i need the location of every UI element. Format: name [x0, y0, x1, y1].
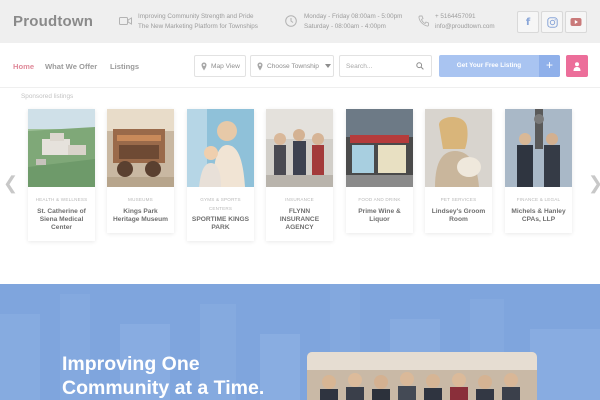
- listing-card[interactable]: PET SERVICES Lindsey's Groom Room: [425, 109, 492, 233]
- listing-card[interactable]: FOOD AND DRINK Prime Wine & Liquor: [346, 109, 413, 233]
- search-icon[interactable]: [416, 62, 424, 70]
- hero-section: Improving One Community at a Time.: [0, 284, 600, 400]
- search-input[interactable]: Search...: [346, 63, 412, 70]
- user-icon: [573, 61, 581, 71]
- township-label: Choose Township: [267, 62, 319, 70]
- search-box[interactable]: Search...: [339, 55, 432, 77]
- listing-photo: [107, 109, 174, 187]
- listing-card[interactable]: MUSEUMS Kings Park Heritage Museum: [107, 109, 174, 233]
- listing-name[interactable]: St. Catherine of Siena Medical Center: [28, 208, 95, 242]
- email-address[interactable]: info@proudtown.com: [435, 22, 495, 32]
- sponsored-label: Sponsored listings: [21, 93, 74, 100]
- listing-photo: [266, 109, 333, 187]
- map-view-label: Map View: [211, 62, 240, 70]
- free-listing-button[interactable]: Get Your Free Listing +: [439, 55, 560, 77]
- caret-down-icon: [324, 64, 331, 68]
- listing-category: PET SERVICES: [440, 197, 477, 202]
- phone-icon: [418, 15, 429, 27]
- listing-name[interactable]: Kings Park Heritage Museum: [107, 208, 174, 233]
- instagram-button[interactable]: [541, 11, 563, 33]
- instagram-icon: [546, 16, 558, 28]
- map-view-button[interactable]: Map View: [194, 55, 246, 77]
- listing-name[interactable]: Lindsey's Groom Room: [425, 208, 492, 233]
- map-pin-icon: [201, 62, 207, 70]
- hero-title: Improving One Community at a Time.: [62, 353, 265, 399]
- community-group-photo: [307, 352, 537, 400]
- listing-photo: [28, 109, 95, 187]
- listing-photo: [346, 109, 413, 187]
- business-hours: Monday - Friday 08:00am - 5:00pm Saturda…: [304, 12, 402, 32]
- listing-name[interactable]: Prime Wine & Liquor: [346, 208, 413, 233]
- top-bar: Proudtown Improving Community Strength a…: [0, 0, 600, 43]
- free-listing-label: Get Your Free Listing: [456, 62, 522, 69]
- clock-icon: [285, 15, 297, 27]
- tagline: Improving Community Strength and Pride T…: [138, 12, 258, 32]
- listing-category: INSURANCE: [285, 197, 314, 202]
- township-select[interactable]: Choose Township: [250, 55, 334, 77]
- listing-card[interactable]: INSURANCE FLYNN INSURANCE AGENCY: [266, 109, 333, 242]
- phone-number[interactable]: + 5164457091: [435, 12, 495, 22]
- youtube-button[interactable]: [565, 11, 587, 33]
- video-icon: [119, 17, 132, 25]
- map-pin-icon: [257, 62, 263, 70]
- youtube-icon: [570, 18, 582, 26]
- listing-card[interactable]: GYMS & SPORTS CENTERS SPORTIME KINGS PAR…: [187, 109, 254, 242]
- listing-photo: [187, 109, 254, 187]
- listing-card[interactable]: HEALTH & WELLNESS St. Catherine of Siena…: [28, 109, 95, 242]
- main-nav: Home What We Offer Listings Map View Cho…: [0, 43, 600, 88]
- listing-name[interactable]: FLYNN INSURANCE AGENCY: [266, 208, 333, 242]
- tagline-line-1: Improving Community Strength and Pride: [138, 13, 254, 20]
- site-logo[interactable]: Proudtown: [13, 13, 93, 30]
- nav-home[interactable]: Home: [13, 62, 34, 71]
- facebook-button[interactable]: f: [517, 11, 539, 33]
- hours-saturday: Saturday - 08:00am - 4:00pm: [304, 23, 386, 30]
- listing-photo: [425, 109, 492, 187]
- facebook-icon: f: [525, 16, 531, 28]
- contact-info: + 5164457091 info@proudtown.com: [435, 12, 495, 32]
- carousel-next-icon[interactable]: ❯: [588, 173, 600, 194]
- listing-category: FINANCE & LEGAL: [516, 197, 561, 202]
- carousel-prev-icon[interactable]: ❮: [3, 173, 18, 194]
- listing-name[interactable]: Michels & Hanley CPAs, LLP: [505, 208, 572, 233]
- listing-category: FOOD AND DRINK: [358, 197, 401, 202]
- listing-name[interactable]: SPORTIME KINGS PARK: [187, 216, 254, 241]
- listing-category: MUSEUMS: [128, 197, 153, 202]
- nav-listings[interactable]: Listings: [110, 62, 139, 71]
- listing-category: GYMS & SPORTS CENTERS: [200, 197, 241, 211]
- tagline-line-2: The New Marketing Platform for Townships: [138, 23, 258, 30]
- listing-category: HEALTH & WELLNESS: [35, 197, 88, 202]
- nav-what-we-offer[interactable]: What We Offer: [45, 62, 97, 71]
- plus-icon: +: [539, 55, 560, 77]
- user-account-button[interactable]: [566, 55, 588, 77]
- hours-weekday: Monday - Friday 08:00am - 5:00pm: [304, 13, 403, 20]
- listing-card[interactable]: FINANCE & LEGAL Michels & Hanley CPAs, L…: [505, 109, 572, 233]
- listing-photo: [505, 109, 572, 187]
